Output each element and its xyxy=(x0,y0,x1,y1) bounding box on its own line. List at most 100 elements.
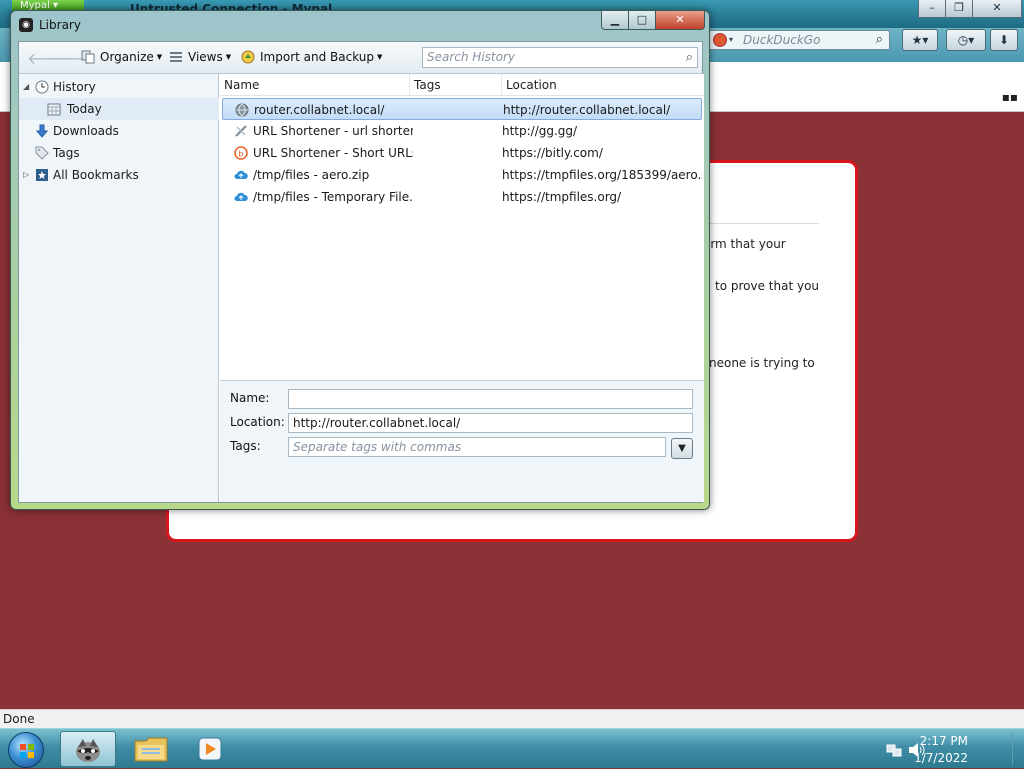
clock-date[interactable]: 1/7/2022 xyxy=(914,751,968,765)
bookmarks-star-icon xyxy=(36,169,48,181)
chevron-down-icon: ▼ xyxy=(678,443,686,454)
minimize-button[interactable]: ▁ xyxy=(601,11,629,30)
taskbar-mypal-button[interactable] xyxy=(60,731,116,767)
start-button[interactable] xyxy=(8,732,44,768)
cloud-upload-icon xyxy=(234,170,248,179)
library-title: Library xyxy=(39,18,81,32)
sidebar-item-history[interactable]: ◢ History xyxy=(19,76,219,98)
background-maximize-button[interactable]: ❐ xyxy=(945,0,973,18)
taskbar-media-player-button[interactable] xyxy=(182,731,238,767)
status-text: Done xyxy=(3,712,35,726)
history-button[interactable]: ◷▾ xyxy=(946,29,986,51)
grid-icon[interactable]: ▪▪ xyxy=(1002,90,1018,104)
chevron-down-icon: ▼ xyxy=(156,53,163,61)
system-tray: 2:17 PM 1/7/2022 xyxy=(884,729,1024,769)
column-header-tags[interactable]: Tags xyxy=(410,74,502,96)
search-history-input[interactable]: Search History ⌕ xyxy=(422,47,698,68)
background-close-button[interactable]: ✕ xyxy=(972,0,1022,18)
background-minimize-button[interactable]: – xyxy=(918,0,946,18)
views-icon xyxy=(170,52,182,62)
library-toolbar: 🡐 🡒 Organize ▼ Views ▼ Import and Backup ▼ … xyxy=(19,42,702,74)
tags-label: Tags: xyxy=(230,439,261,453)
chevron-down-icon: ▾ xyxy=(729,35,734,44)
location-field[interactable]: http://router.collabnet.local/ xyxy=(288,413,693,433)
maximize-button[interactable]: □ xyxy=(628,11,656,30)
row-location: http://gg.gg/ xyxy=(502,124,578,138)
search-icon[interactable]: ⌕ xyxy=(686,48,693,67)
table-row[interactable]: /tmp/files - aero.zip https://tmpfiles.o… xyxy=(222,164,702,186)
bookmarks-button[interactable]: ★▾ xyxy=(902,29,938,51)
name-label: Name: xyxy=(230,391,270,405)
row-name: URL Shortener - Short URLs... xyxy=(253,146,413,160)
sidebar-item-all-bookmarks[interactable]: ▷ All Bookmarks xyxy=(19,164,219,186)
table-row[interactable]: b URL Shortener - Short URLs... https://… xyxy=(222,142,702,164)
row-name: /tmp/files - aero.zip xyxy=(253,168,370,182)
sidebar-item-label: Tags xyxy=(53,146,80,160)
globe-icon xyxy=(235,103,249,117)
import-backup-label: Import and Backup xyxy=(260,50,375,64)
sidebar-item-tags[interactable]: Tags xyxy=(19,142,219,164)
sidebar-item-today[interactable]: Today xyxy=(19,98,219,120)
card-text-line-2: to prove that you xyxy=(715,279,820,293)
library-window: ◉ Library ▁ □ ✕ 🡐 🡒 Organize ▼ Views ▼ Imp… xyxy=(10,10,710,510)
taskbar: 2:17 PM 1/7/2022 xyxy=(0,728,1024,768)
organize-label: Organize xyxy=(100,50,154,64)
clock-time[interactable]: 2:17 PM xyxy=(920,734,968,748)
table-row[interactable]: router.collabnet.local/ http://router.co… xyxy=(222,98,702,120)
import-backup-menu[interactable]: Import and Backup ▼ xyxy=(241,50,382,64)
expanded-twisty-icon[interactable]: ◢ xyxy=(23,76,29,98)
close-icon: ✕ xyxy=(675,13,685,26)
taskbar-explorer-button[interactable] xyxy=(124,731,180,767)
network-icon[interactable] xyxy=(886,742,902,758)
row-location: https://tmpfiles.org/185399/aero.zip xyxy=(502,168,702,182)
sidebar-item-downloads[interactable]: Downloads xyxy=(19,120,219,142)
views-menu[interactable]: Views ▼ xyxy=(169,50,231,64)
import-backup-icon xyxy=(241,50,255,64)
scissors-icon xyxy=(235,125,247,137)
raccoon-icon xyxy=(76,739,100,762)
library-titlebar[interactable]: ◉ Library ▁ □ ✕ xyxy=(11,11,709,39)
name-field[interactable] xyxy=(288,389,693,409)
folder-icon xyxy=(134,737,168,762)
library-sidebar: ◢ History Today Downloads Tags ▷ All Boo… xyxy=(19,74,219,502)
close-button[interactable]: ✕ xyxy=(655,11,705,30)
details-pane: Name: Location: http://router.collabnet.… xyxy=(220,380,704,502)
column-header-name[interactable]: Name xyxy=(220,74,410,96)
location-label: Location: xyxy=(230,415,285,429)
background-search-input[interactable]: ▾ DuckDuckGo ⌕ xyxy=(708,30,890,50)
row-location: http://router.collabnet.local/ xyxy=(503,103,671,117)
table-row[interactable]: URL Shortener - url shorten... http://gg… xyxy=(222,120,702,142)
show-desktop-button[interactable] xyxy=(1012,733,1022,765)
row-name: router.collabnet.local/ xyxy=(254,103,385,117)
search-icon[interactable]: ⌕ xyxy=(876,31,883,49)
sidebar-item-label: All Bookmarks xyxy=(53,168,139,182)
column-header-location[interactable]: Location xyxy=(502,74,704,96)
downloads-button[interactable]: ⬇ xyxy=(990,29,1018,51)
clock-icon: ◷▾ xyxy=(957,33,975,47)
tag-icon xyxy=(35,146,49,160)
calendar-icon xyxy=(47,103,61,116)
views-label: Views xyxy=(188,50,223,64)
tags-field[interactable]: Separate tags with commas xyxy=(288,437,666,457)
collapsed-twisty-icon[interactable]: ▷ xyxy=(23,164,29,186)
library-client: 🡐 🡒 Organize ▼ Views ▼ Import and Backup ▼ … xyxy=(18,41,704,503)
table-row[interactable]: /tmp/files - Temporary File... https://t… xyxy=(222,186,702,208)
raccoon-app-icon: ◉ xyxy=(19,18,33,32)
card-text-line-1: irm that your xyxy=(707,237,786,251)
download-arrow-icon xyxy=(35,124,49,138)
tags-dropdown-button[interactable]: ▼ xyxy=(671,438,693,459)
svg-text:b: b xyxy=(238,150,243,159)
organize-menu[interactable]: Organize ▼ xyxy=(81,50,162,64)
star-icon: ★▾ xyxy=(911,33,929,47)
row-name: URL Shortener - url shorten... xyxy=(253,124,413,138)
clock-icon xyxy=(35,80,49,94)
chevron-down-icon: ▼ xyxy=(225,53,232,61)
background-search-placeholder: DuckDuckGo xyxy=(743,33,821,47)
minimize-icon: ▁ xyxy=(610,13,620,26)
chevron-down-icon: ▼ xyxy=(377,53,383,61)
maximize-icon: □ xyxy=(636,13,648,26)
row-name: /tmp/files - Temporary File... xyxy=(253,190,413,204)
search-history-placeholder: Search History xyxy=(427,50,515,64)
download-arrow-icon: ⬇ xyxy=(998,33,1010,47)
card-text-line-3: neone is trying to xyxy=(709,356,815,370)
